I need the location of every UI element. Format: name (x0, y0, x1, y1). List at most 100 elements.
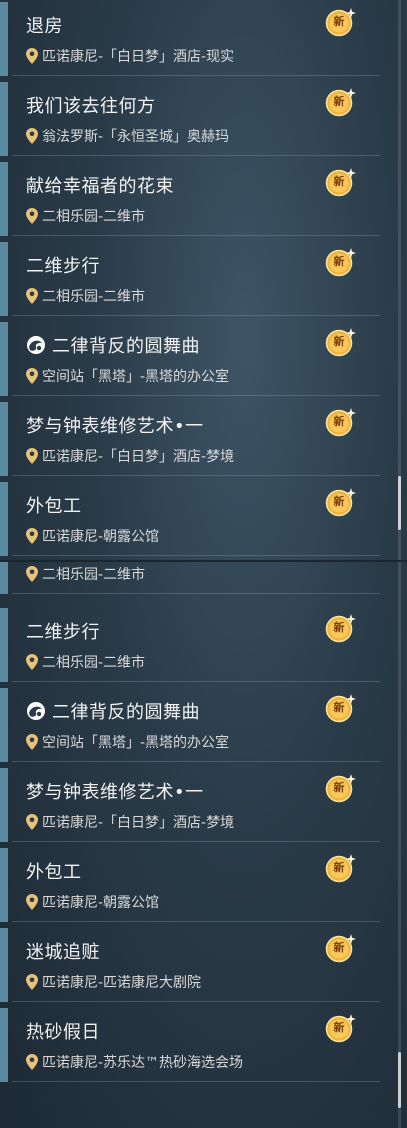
new-badge-label: 新 (333, 621, 345, 634)
quest-accent-bar (0, 928, 8, 1002)
quest-location: 二相乐园-二维市 (26, 206, 145, 226)
quest-separator (12, 1001, 380, 1002)
quest-location-text: 匹诺康尼-匹诺康尼大剧院 (42, 975, 202, 991)
new-badge-icon: 新 (324, 852, 356, 884)
quest-title: 我们该去往何方 (26, 96, 156, 117)
location-pin-icon (26, 654, 42, 671)
swirl-quest-icon (25, 700, 47, 722)
quest-separator (12, 681, 380, 682)
quest-separator (12, 841, 380, 842)
quest-separator (12, 593, 380, 594)
quest-location: 空间站「黑塔」-黑塔的办公室 (26, 366, 229, 386)
new-badge-icon: 新 (324, 692, 356, 724)
new-badge-label: 新 (333, 175, 345, 188)
quest-location: 匹诺康尼-「白日梦」酒店-梦境 (26, 812, 234, 832)
quest-separator (12, 1081, 380, 1082)
quest-item[interactable]: 献给幸福者的花束 二相乐园-二维市 新 (0, 162, 380, 236)
location-pin-icon (26, 814, 42, 831)
quest-separator (12, 761, 380, 762)
location-pin-icon (26, 1054, 42, 1071)
quest-accent-bar (0, 242, 8, 316)
quest-item[interactable]: 二维步行 二相乐园-二维市 新 (0, 608, 380, 682)
quest-location: 二相乐园-二维市 (26, 564, 145, 584)
new-badge-icon: 新 (324, 932, 356, 964)
quest-item-partial[interactable]: 二相乐园-二维市 (0, 562, 380, 594)
quest-separator (12, 315, 380, 316)
quest-location: 二相乐园-二维市 (26, 286, 145, 306)
new-badge-icon: 新 (324, 166, 356, 198)
quest-accent-bar (0, 768, 8, 842)
quest-item[interactable]: 梦与钟表维修艺术•一 匹诺康尼-「白日梦」酒店-梦境 新 (0, 402, 380, 476)
quest-item[interactable]: 二律背反的圆舞曲 空间站「黑塔」-黑塔的办公室 新 (0, 322, 380, 396)
scrollbar-thumb[interactable] (398, 1052, 401, 1108)
quest-item[interactable]: 我们该去往何方翁法罗斯-「永恒圣城」奥赫玛 新 (0, 82, 380, 156)
new-badge-icon: 新 (324, 86, 356, 118)
quest-location-text: 二相乐园-二维市 (42, 289, 146, 305)
quest-location: 匹诺康尼-朝露公馆 (26, 526, 159, 546)
quest-item[interactable]: 二维步行二相乐园-二维市 新 (0, 242, 380, 316)
quest-location: 匹诺康尼-苏乐达™热砂海选会场 (26, 1052, 243, 1072)
quest-item[interactable]: 二律背反的圆舞曲空间站「黑塔」-黑塔的办公室 新 (0, 688, 380, 762)
quest-item[interactable]: 外包工匹诺康尼-朝露公馆 新 (0, 848, 380, 922)
location-pin-icon (26, 528, 42, 545)
quest-location-text: 空间站「黑塔」-黑塔的办公室 (42, 735, 230, 751)
quest-title: 热砂假日 (26, 1022, 100, 1043)
quest-separator (12, 555, 380, 556)
quest-item[interactable]: 迷城追赃匹诺康尼-匹诺康尼大剧院 新 (0, 928, 380, 1002)
quest-separator (12, 921, 380, 922)
quest-location-text: 二相乐园-二维市 (42, 567, 146, 583)
quest-title: 梦与钟表维修艺术•一 (26, 782, 204, 803)
new-badge-icon: 新 (324, 246, 356, 278)
new-badge-label: 新 (333, 415, 345, 428)
quest-location-text: 翁法罗斯-「永恒圣城」奥赫玛 (42, 129, 230, 145)
new-badge-label: 新 (333, 255, 345, 268)
scroll-track (398, 562, 401, 1128)
quest-item[interactable]: 外包工匹诺康尼-朝露公馆 新 (0, 482, 380, 556)
location-pin-icon (26, 448, 42, 465)
new-badge-label: 新 (333, 495, 345, 508)
new-badge-label: 新 (333, 95, 345, 108)
quest-location-text: 匹诺康尼-朝露公馆 (42, 895, 160, 911)
location-pin-icon (26, 208, 42, 225)
quest-title: 二维步行 (26, 256, 100, 277)
quest-title: 献给幸福者的花束 (26, 176, 174, 197)
quest-location-text: 匹诺康尼-「白日梦」酒店-梦境 (42, 815, 235, 831)
quest-accent-bar (0, 2, 8, 76)
quest-title: 二律背反的圆舞曲 (52, 702, 200, 723)
new-badge-icon: 新 (324, 1012, 356, 1044)
quest-location: 匹诺康尼-「白日梦」酒店-现实 (26, 46, 234, 66)
quest-item[interactable]: 退房 匹诺康尼-「白日梦」酒店-现实 新 (0, 2, 380, 76)
location-pin-icon (26, 566, 42, 583)
quest-list-bottom: 二相乐园-二维市 二维步行 二相乐园-二维市新二律背反的圆舞曲 空间站「黑塔」-黑塔的… (0, 562, 407, 1128)
location-pin-icon (26, 894, 42, 911)
quest-item[interactable]: 热砂假日匹诺康尼-苏乐达™热砂海选会场 新 (0, 1008, 380, 1082)
location-pin-icon (26, 48, 42, 65)
quest-title: 退房 (26, 16, 63, 37)
quest-location: 空间站「黑塔」-黑塔的办公室 (26, 732, 229, 752)
quest-accent-bar (0, 402, 8, 476)
scrollbar-thumb[interactable] (398, 476, 401, 530)
quest-title: 迷城追赃 (26, 942, 100, 963)
quest-title: 二律背反的圆舞曲 (52, 336, 200, 357)
quest-list-top: 退房 匹诺康尼-「白日梦」酒店-现实新我们该去往何方 翁法罗斯-「永恒圣城」奥赫玛新… (0, 0, 407, 560)
quest-separator (12, 235, 380, 236)
quest-location-text: 匹诺康尼-「白日梦」酒店-现实 (42, 49, 235, 65)
quest-accent-bar (0, 162, 8, 236)
quest-title: 外包工 (26, 496, 82, 517)
location-pin-icon (26, 974, 42, 991)
new-badge-label: 新 (333, 861, 345, 874)
quest-location: 匹诺康尼-匹诺康尼大剧院 (26, 972, 201, 992)
quest-title: 外包工 (26, 862, 82, 883)
quest-item[interactable]: 梦与钟表维修艺术•一匹诺康尼-「白日梦」酒店-梦境 新 (0, 768, 380, 842)
quest-accent-bar (0, 848, 8, 922)
quest-separator (12, 75, 380, 76)
new-badge-icon: 新 (324, 486, 356, 518)
quest-accent-bar (0, 482, 8, 556)
quest-location: 翁法罗斯-「永恒圣城」奥赫玛 (26, 126, 229, 146)
new-badge-label: 新 (333, 701, 345, 714)
quest-location-text: 二相乐园-二维市 (42, 655, 146, 671)
quest-accent-bar (0, 608, 8, 682)
new-badge-label: 新 (333, 781, 345, 794)
new-badge-icon: 新 (324, 772, 356, 804)
quest-accent-bar (0, 322, 8, 396)
